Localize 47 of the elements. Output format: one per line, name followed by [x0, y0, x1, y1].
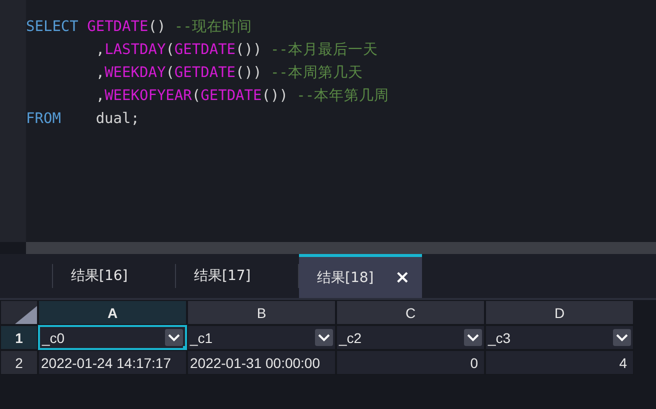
code-token: , — [94, 65, 105, 81]
column-name: _c1 — [190, 330, 213, 346]
dropdown-icon[interactable] — [165, 329, 183, 346]
code-token: ()) — [236, 65, 263, 81]
select-all-corner[interactable] — [0, 300, 38, 325]
code-token: ( — [192, 88, 201, 104]
dropdown-icon[interactable] — [613, 329, 631, 346]
result-tab[interactable]: 结果[16] — [53, 264, 176, 288]
code-token: ()) — [262, 88, 289, 104]
column-header[interactable]: C — [336, 300, 485, 325]
column-header[interactable]: A — [38, 300, 187, 325]
row-number[interactable]: 2 — [0, 350, 38, 375]
column-header[interactable]: D — [485, 300, 634, 325]
horizontal-scrollbar[interactable] — [26, 242, 656, 254]
table-cell: 2022-01-31 00:00:00 — [187, 350, 336, 375]
row-number[interactable]: 1 — [0, 325, 38, 350]
code-token: ( — [166, 42, 174, 58]
close-icon[interactable]: × — [394, 267, 410, 288]
code-token: --本月最后一天 — [270, 42, 378, 58]
code-token: WEEKDAY — [104, 65, 166, 81]
code-token: GETDATE — [174, 42, 236, 58]
code-token: , — [94, 42, 105, 58]
column-name: _c0 — [42, 330, 65, 346]
table-cell: 2022-01-24 14:17:17 — [38, 350, 187, 375]
code-token: ()) — [236, 42, 263, 58]
code-token: SELECT — [26, 19, 78, 35]
code-token: GETDATE — [174, 65, 236, 81]
column-header[interactable]: B — [187, 300, 336, 325]
code-token: --现在时间 — [174, 19, 252, 35]
table-cell: 0 — [336, 350, 485, 375]
table-cell: 4 — [485, 350, 634, 375]
code-token: () — [148, 19, 167, 35]
code-token: dual; — [94, 111, 140, 127]
dropdown-icon[interactable] — [464, 329, 482, 346]
dropdown-icon[interactable] — [315, 329, 333, 346]
code-token: --本年第几周 — [296, 88, 390, 104]
code-token: GETDATE — [200, 88, 262, 104]
result-tab[interactable]: 结果[18] × — [299, 254, 422, 298]
code-token: ( — [166, 65, 174, 81]
column-name: _c3 — [488, 330, 511, 346]
code-token: GETDATE — [87, 19, 148, 35]
code-token: --本周第几天 — [270, 65, 363, 81]
code-token: FROM — [26, 111, 61, 127]
column-name: _c2 — [339, 330, 362, 346]
code-token: WEEKOFYEAR — [104, 88, 192, 104]
code-token: , — [94, 88, 105, 104]
code-token: LASTDAY — [104, 42, 166, 58]
